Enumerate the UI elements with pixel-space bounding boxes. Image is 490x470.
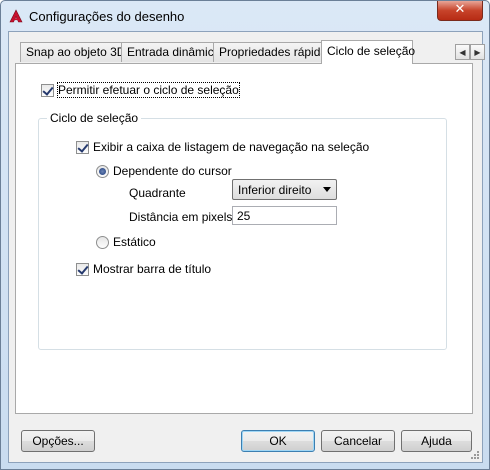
options-button-label: Opções...: [32, 434, 84, 448]
quadrant-label: Quadrante: [129, 186, 186, 200]
show-list-checkbox[interactable]: [76, 141, 89, 154]
tab-entrada-dinamica[interactable]: Entrada dinâmica: [121, 42, 220, 62]
tab-propriedades-rapidas[interactable]: Propriedades rápidas: [213, 42, 333, 62]
chevron-right-icon: ▶: [474, 48, 481, 57]
resize-grip-icon[interactable]: [470, 450, 480, 460]
cursor-dependent-label[interactable]: Dependente do cursor: [113, 164, 232, 178]
allow-cycle-checkbox[interactable]: [41, 84, 54, 97]
tab-panel: Permitir efetuar o ciclo de seleção Cicl…: [15, 63, 473, 414]
static-radio[interactable]: [96, 236, 109, 249]
tab-label: Snap ao objeto 3D: [26, 45, 126, 59]
tab-snap-3d[interactable]: Snap ao objeto 3D: [20, 42, 126, 62]
group-legend: Ciclo de seleção: [47, 111, 142, 125]
help-button-label: Ajuda: [421, 434, 452, 448]
title-bar[interactable]: Configurações do desenho ✕: [1, 1, 489, 31]
cursor-dependent-radio[interactable]: [96, 165, 109, 178]
tab-scroll-left-button[interactable]: ◀: [455, 44, 470, 60]
chevron-left-icon: ◀: [459, 48, 466, 57]
help-button[interactable]: Ajuda: [401, 430, 472, 452]
autocad-logo-icon: [9, 9, 23, 23]
tab-scroll-right-button[interactable]: ▶: [470, 44, 485, 60]
show-list-label[interactable]: Exibir a caixa de listagem de navegação …: [93, 140, 369, 154]
tab-label: Entrada dinâmica: [127, 45, 221, 59]
ok-button-label: OK: [269, 434, 287, 448]
distance-label: Distância em pixels: [129, 210, 233, 224]
close-button[interactable]: ✕: [437, 1, 483, 21]
tab-ciclo-selecao[interactable]: Ciclo de seleção: [321, 40, 416, 64]
tab-label: Propriedades rápidas: [219, 45, 334, 59]
cancel-button-label: Cancelar: [333, 434, 383, 448]
ok-button[interactable]: OK: [241, 430, 315, 452]
quadrant-select[interactable]: Inferior direito: [232, 179, 337, 200]
distance-input[interactable]: [232, 206, 337, 225]
show-titlebar-label[interactable]: Mostrar barra de título: [93, 262, 211, 276]
dialog-window: Configurações do desenho ✕ Snap ao objet…: [0, 0, 490, 470]
cancel-button[interactable]: Cancelar: [321, 430, 395, 452]
tab-label: Ciclo de seleção: [327, 44, 416, 58]
quadrant-select-value: Inferior direito: [238, 183, 312, 197]
dialog-client: Snap ao objeto 3D Entrada dinâmica Propr…: [8, 31, 485, 463]
close-icon: ✕: [454, 2, 466, 17]
static-label[interactable]: Estático: [113, 235, 156, 249]
dropdown-arrow-icon: [323, 187, 331, 192]
window-title: Configurações do desenho: [29, 9, 185, 24]
show-titlebar-checkbox[interactable]: [76, 263, 89, 276]
options-button[interactable]: Opções...: [21, 430, 95, 452]
allow-cycle-label[interactable]: Permitir efetuar o ciclo de seleção: [57, 82, 240, 98]
